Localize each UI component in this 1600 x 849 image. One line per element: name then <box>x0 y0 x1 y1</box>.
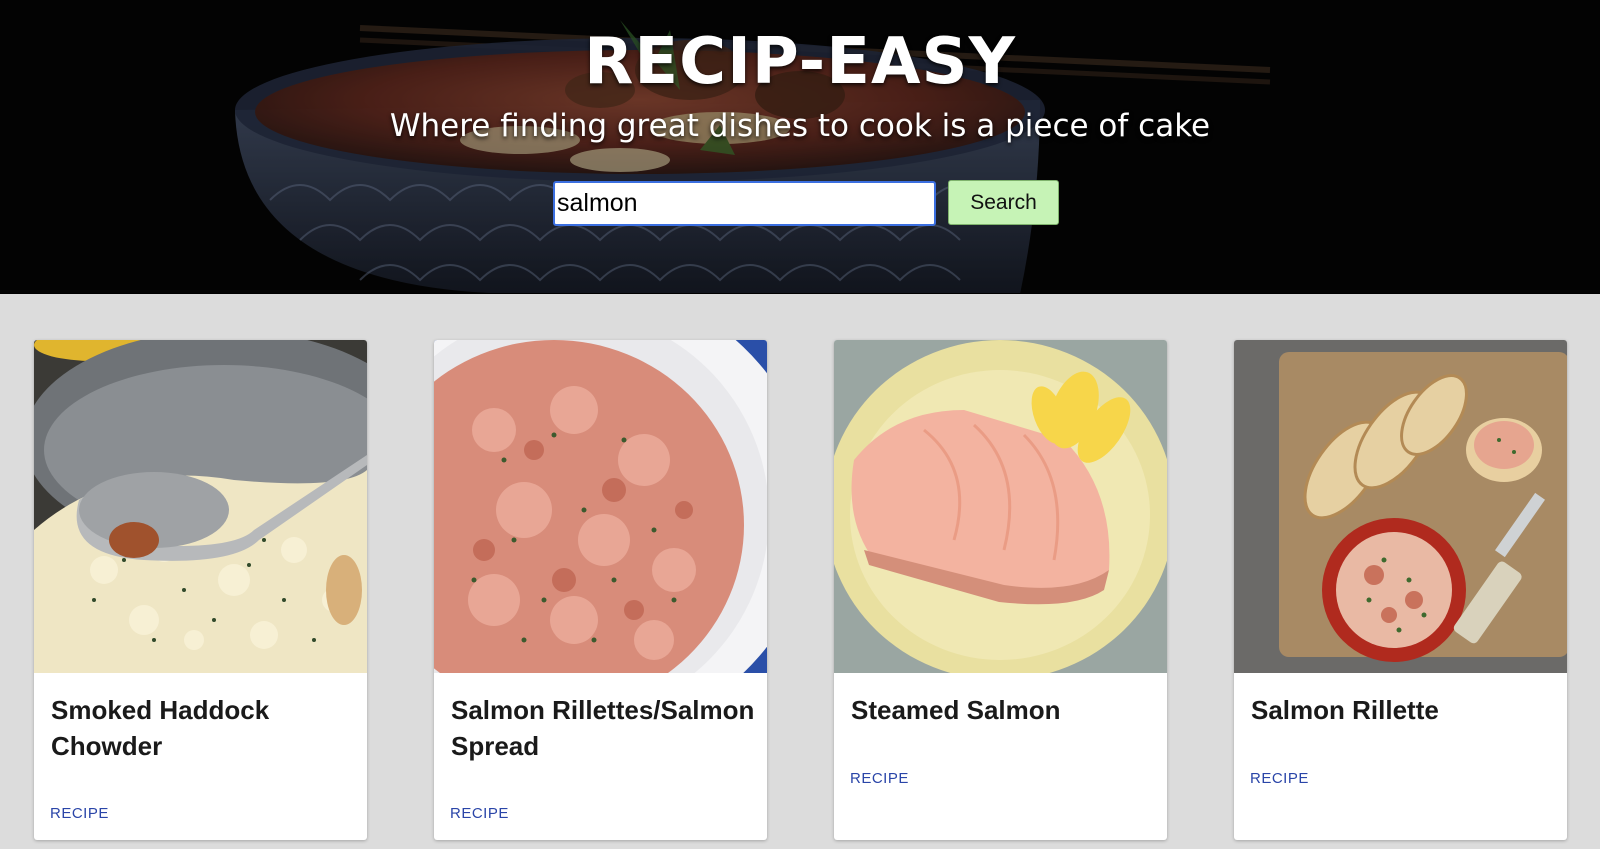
recipe-link[interactable]: RECIPE <box>1250 770 1309 787</box>
recipe-link[interactable]: RECIPE <box>850 770 909 787</box>
recipe-image[interactable] <box>434 340 767 673</box>
site-title: RECIP-EASY <box>584 25 1016 99</box>
recipe-title: Smoked Haddock Chowder <box>51 695 270 761</box>
recipe-title: Salmon Rillette <box>1251 695 1439 725</box>
recipe-link[interactable]: RECIPE <box>50 805 109 822</box>
recipe-link[interactable]: RECIPE <box>450 805 509 822</box>
recipe-card: Smoked Haddock Chowder RECIPE <box>34 340 367 840</box>
recipe-image[interactable] <box>34 340 367 673</box>
recipe-card: Steamed Salmon RECIPE <box>834 340 1167 840</box>
recipe-title: Steamed Salmon <box>851 695 1061 725</box>
recipe-card: Salmon Rillettes/Salmon Spread RECIPE <box>434 340 767 840</box>
recipe-image[interactable] <box>1234 340 1567 673</box>
recipe-card: Salmon Rillette RECIPE <box>1234 340 1567 840</box>
recipe-title: Salmon Rillettes/Salmon Spread <box>451 695 755 761</box>
search-button[interactable]: Search <box>948 180 1059 225</box>
search-input[interactable] <box>553 181 936 226</box>
recipe-image[interactable] <box>834 340 1167 673</box>
site-tagline: Where finding great dishes to cook is a … <box>389 108 1211 144</box>
hero-banner: RECIP-EASY Where finding great dishes to… <box>0 0 1600 294</box>
